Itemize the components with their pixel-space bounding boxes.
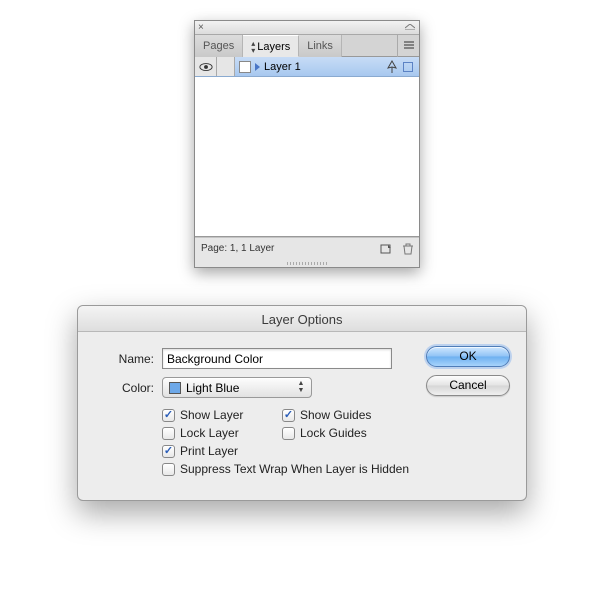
cancel-button[interactable]: Cancel (426, 375, 510, 396)
panel-titlebar: × (195, 21, 419, 35)
layer-options-dialog: Layer Options Name: Color: Light Blue ▲▼… (77, 305, 527, 501)
visibility-toggle[interactable] (195, 57, 217, 76)
layer-list: Layer 1 (195, 57, 419, 237)
dialog-title: Layer Options (78, 306, 526, 332)
pen-icon (385, 60, 399, 74)
disclosure-triangle-icon[interactable] (255, 63, 260, 71)
lock-layer-label: Lock Layer (180, 426, 239, 440)
eye-icon (199, 62, 213, 72)
color-select-value: Light Blue (186, 381, 239, 395)
suppress-wrap-checkbox[interactable]: Suppress Text Wrap When Layer is Hidden (162, 462, 409, 476)
panel-tabs: Pages ▴▾Layers Links (195, 35, 419, 57)
tab-layers[interactable]: ▴▾Layers (243, 35, 299, 57)
panel-menu-icon[interactable] (397, 35, 419, 57)
layer-name-label: Layer 1 (264, 61, 385, 73)
lock-toggle[interactable] (217, 57, 235, 76)
panel-resize-grip[interactable] (195, 259, 419, 267)
name-label: Name: (94, 352, 154, 366)
show-guides-label: Show Guides (300, 408, 371, 422)
panel-status-bar: Page: 1, 1 Layer (195, 237, 419, 259)
trash-icon[interactable] (401, 242, 415, 256)
collapse-icon[interactable] (405, 24, 415, 30)
ok-button[interactable]: OK (426, 346, 510, 367)
tab-links[interactable]: Links (299, 35, 342, 57)
new-layer-icon[interactable] (379, 242, 393, 256)
lock-guides-label: Lock Guides (300, 426, 367, 440)
layer-row[interactable]: Layer 1 (195, 57, 419, 77)
layer-color-swatch (239, 61, 251, 73)
show-layer-label: Show Layer (180, 408, 243, 422)
lock-guides-checkbox[interactable]: Lock Guides (282, 426, 367, 440)
select-arrows-icon: ▲▼ (295, 380, 307, 394)
show-layer-checkbox[interactable]: Show Layer (162, 408, 282, 422)
color-select[interactable]: Light Blue ▲▼ (162, 377, 312, 398)
layers-panel: × Pages ▴▾Layers Links Layer 1 Page: 1, … (194, 20, 420, 268)
close-icon[interactable]: × (198, 21, 204, 35)
color-label: Color: (94, 381, 154, 395)
tab-pages[interactable]: Pages (195, 35, 243, 57)
status-text: Page: 1, 1 Layer (201, 243, 274, 254)
name-input[interactable] (162, 348, 392, 369)
color-swatch-icon (169, 382, 181, 394)
suppress-wrap-label: Suppress Text Wrap When Layer is Hidden (180, 462, 409, 476)
tab-layers-label: Layers (257, 41, 290, 53)
show-guides-checkbox[interactable]: Show Guides (282, 408, 371, 422)
print-layer-label: Print Layer (180, 444, 238, 458)
lock-layer-checkbox[interactable]: Lock Layer (162, 426, 282, 440)
selection-indicator[interactable] (403, 62, 413, 72)
print-layer-checkbox[interactable]: Print Layer (162, 444, 282, 458)
